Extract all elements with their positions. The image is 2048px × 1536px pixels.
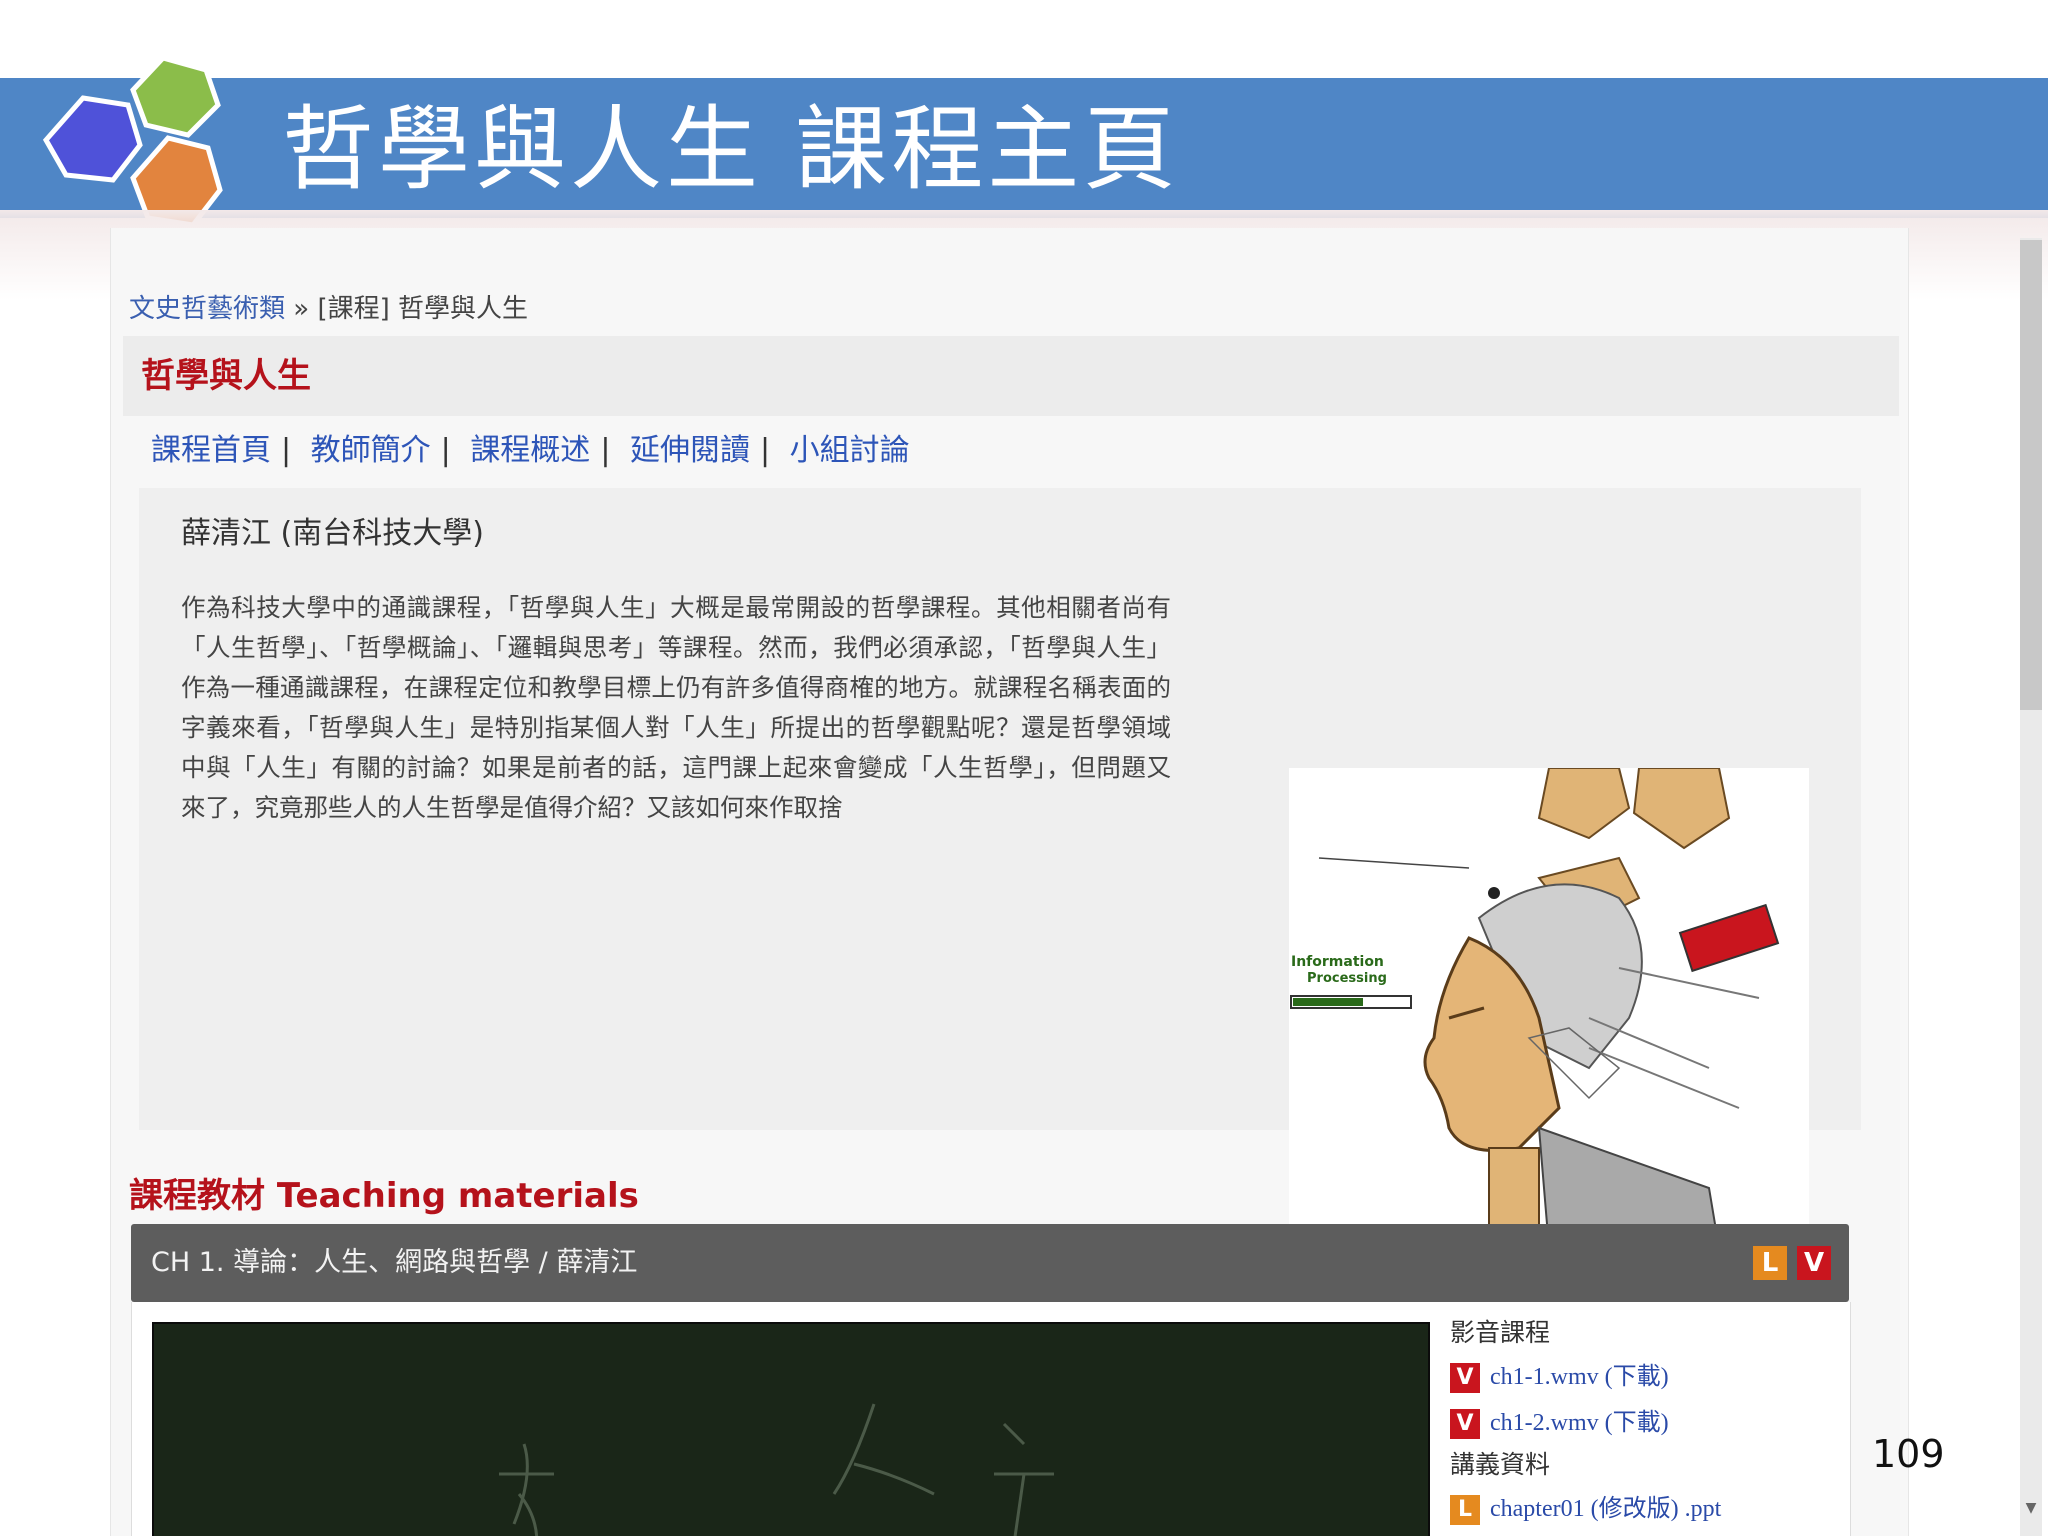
chapter-badges: LV	[1743, 1246, 1831, 1280]
course-page-screenshot: 文史哲藝術類 » [課程] 哲學與人生 哲學與人生 課程首頁 | 教師簡介 | 課程…	[110, 228, 1909, 1536]
course-description: 作為科技大學中的通識課程，「哲學與人生」大概是最常開設的哲學課程。其他相關者尚有…	[181, 593, 1171, 822]
nav-extended-reading[interactable]: 延伸閱讀	[630, 433, 750, 468]
lecture-video-player[interactable]	[152, 1322, 1430, 1536]
video-file-link[interactable]: Vch1-1.wmv (下載)	[1450, 1354, 1830, 1400]
breadcrumb-parent-link[interactable]: 文史哲藝術類	[129, 294, 285, 324]
svg-text:Processing: Processing	[1307, 971, 1387, 986]
nav-separator: |	[440, 433, 451, 468]
lecture-notes-badge-icon[interactable]: L	[1753, 1246, 1787, 1280]
nav-course-home[interactable]: 課程首頁	[151, 433, 271, 468]
nav-separator: |	[281, 433, 292, 468]
robot-head-illustration-icon: Information Processing	[1289, 768, 1809, 1248]
video-badge-icon: V	[1450, 1363, 1480, 1394]
video-badge-icon: V	[1450, 1409, 1480, 1440]
nav-teacher-intro[interactable]: 教師簡介	[311, 433, 431, 468]
slide-title: 哲學與人生 課程主頁	[282, 96, 1180, 203]
nav-separator: |	[759, 433, 771, 468]
notes-section-label: 講義資料	[1450, 1452, 1551, 1479]
nav-course-overview[interactable]: 課程概述	[470, 433, 590, 468]
video-file-label[interactable]: ch1-2.wmv (下載)	[1490, 1410, 1669, 1436]
nav-group-discussion[interactable]: 小組討論	[790, 433, 910, 468]
scrollbar-thumb[interactable]	[2020, 240, 2042, 710]
teaching-materials-heading: 課程教材 Teaching materials	[129, 1176, 639, 1216]
notes-file-link[interactable]: Lchapter01 (修改版) .ppt	[1450, 1486, 1830, 1532]
chapter-title: CH 1. 導論：人生、網路與哲學 / 薛清江	[151, 1247, 638, 1278]
svg-text:Information: Information	[1291, 954, 1384, 970]
teacher-name: 薛清江 (南台科技大學)	[181, 516, 484, 551]
chapter-header[interactable]: CH 1. 導論：人生、網路與哲學 / 薛清江 LV	[131, 1224, 1849, 1302]
lecture-notes-badge-icon: L	[1450, 1495, 1480, 1526]
breadcrumb: 文史哲藝術類 » [課程] 哲學與人生	[129, 288, 528, 325]
course-title-bar: 哲學與人生	[123, 336, 1899, 416]
notes-file-label[interactable]: chapter01 (修改版) .ppt	[1490, 1496, 1721, 1522]
breadcrumb-separator: »	[293, 294, 310, 324]
breadcrumb-current: [課程] 哲學與人生	[317, 294, 529, 324]
nav-separator: |	[600, 433, 611, 468]
course-nav: 課程首頁 | 教師簡介 | 課程概述 | 延伸閱讀 | 小組討論	[151, 426, 910, 476]
video-section-label: 影音課程	[1450, 1320, 1551, 1347]
video-file-link[interactable]: Vch1-2.wmv (下載)	[1450, 1400, 1830, 1446]
slide-page-number: 109	[1872, 1432, 1945, 1476]
video-file-label[interactable]: ch1-1.wmv (下載)	[1490, 1364, 1669, 1390]
chalkboard-video-frame	[499, 1403, 1054, 1536]
chapter-content-panel: 影音課程 Vch1-1.wmv (下載) Vch1-2.wmv (下載) 講義資…	[131, 1302, 1851, 1536]
scroll-down-arrow-icon[interactable]: ▼	[2022, 1500, 2040, 1518]
video-badge-icon[interactable]: V	[1797, 1246, 1831, 1280]
chapter-files-list: 影音課程 Vch1-1.wmv (下載) Vch1-2.wmv (下載) 講義資…	[1450, 1314, 1830, 1532]
course-title: 哲學與人生	[141, 356, 311, 396]
